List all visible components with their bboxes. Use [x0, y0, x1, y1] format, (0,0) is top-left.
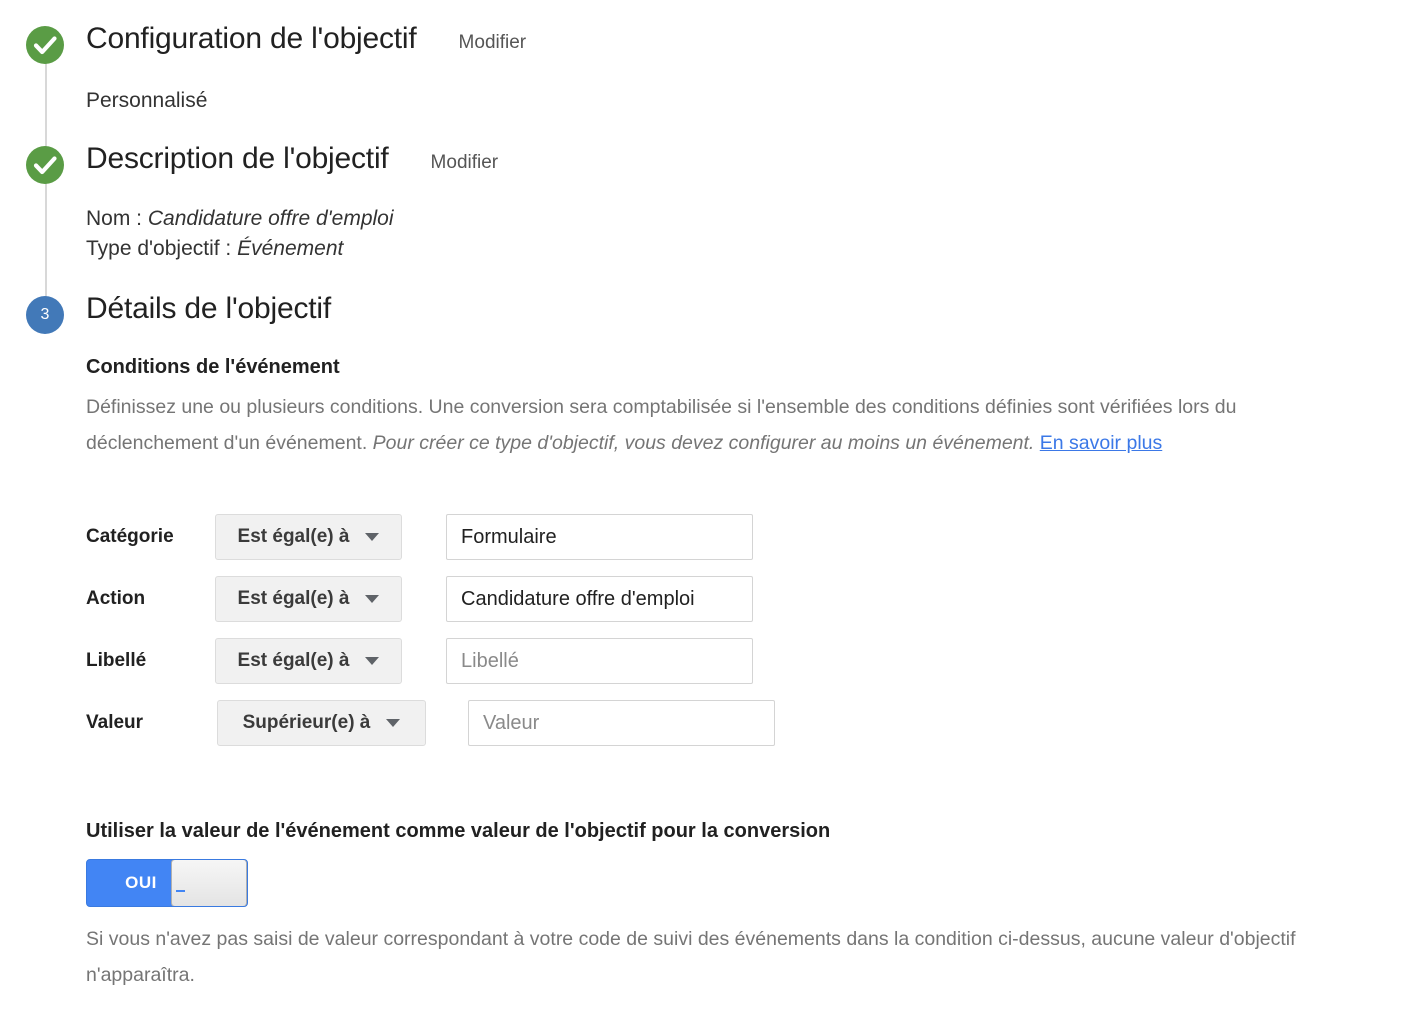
- chevron-down-icon: [386, 719, 401, 727]
- condition-value-input-value[interactable]: [468, 700, 775, 746]
- step-goal-setup-header: Configuration de l'objectif Modifier: [86, 22, 526, 56]
- condition-row-label: Libellé Est égal(e) à: [86, 630, 775, 692]
- condition-row-category: Catégorie Est égal(e) à: [86, 506, 775, 568]
- condition-row-action: Action Est égal(e) à: [86, 568, 775, 630]
- goal-name-label: Nom :: [86, 207, 143, 230]
- step-complete-icon: [26, 26, 64, 64]
- use-event-value-section: Utiliser la valeur de l'événement comme …: [86, 820, 1386, 993]
- condition-label-label: Libellé: [86, 650, 147, 671]
- condition-value-input-action[interactable]: [446, 576, 753, 622]
- chevron-down-icon: [365, 533, 380, 541]
- goal-type-label: Type d'objectif :: [86, 237, 232, 260]
- goal-type-row: Type d'objectif : Événement: [86, 234, 394, 264]
- toggle-knob[interactable]: [171, 860, 247, 906]
- step-complete-icon: [26, 146, 64, 184]
- condition-value-input-category[interactable]: [446, 514, 753, 560]
- operator-dropdown-value[interactable]: Supérieur(e) à: [217, 700, 426, 746]
- step-goal-description-title: Description de l'objectif: [86, 142, 389, 175]
- learn-more-link[interactable]: En savoir plus: [1040, 432, 1162, 454]
- stepper-connector-line: [45, 55, 47, 323]
- operator-value-label: Est égal(e) à: [237, 650, 350, 671]
- step-goal-description-header: Description de l'objectif Modifier: [86, 142, 498, 176]
- use-event-value-toggle[interactable]: OUI: [86, 859, 248, 907]
- event-conditions-section: Conditions de l'événement Définissez une…: [86, 356, 1386, 461]
- step-goal-description-edit-link[interactable]: Modifier: [431, 152, 499, 174]
- condition-label-value: Valeur: [86, 712, 144, 733]
- condition-row-value: Valeur Supérieur(e) à: [86, 692, 775, 754]
- operator-dropdown-category[interactable]: Est égal(e) à: [215, 514, 402, 560]
- condition-label-category: Catégorie: [86, 526, 174, 547]
- operator-value-action: Est égal(e) à: [237, 588, 350, 609]
- step-goal-setup-title: Configuration de l'objectif: [86, 22, 417, 55]
- chevron-down-icon: [365, 657, 380, 665]
- condition-label-action: Action: [86, 588, 146, 609]
- event-conditions-heading: Conditions de l'événement: [86, 356, 340, 378]
- chevron-down-icon: [365, 595, 380, 603]
- event-conditions-description: Définissez une ou plusieurs conditions. …: [86, 389, 1361, 461]
- step-number-label: 3: [40, 306, 50, 323]
- step-goal-details-title: Détails de l'objectif: [86, 292, 331, 325]
- step-goal-setup-body: Personnalisé: [86, 86, 207, 116]
- step-goal-details-header: Détails de l'objectif: [86, 292, 331, 326]
- step-goal-setup-edit-link[interactable]: Modifier: [459, 32, 527, 54]
- use-event-value-note: Si vous n'avez pas saisi de valeur corre…: [86, 928, 1296, 986]
- operator-value-value: Supérieur(e) à: [242, 712, 371, 733]
- operator-dropdown-label[interactable]: Est égal(e) à: [215, 638, 402, 684]
- operator-value-category: Est égal(e) à: [237, 526, 350, 547]
- step-goal-description-body: Nom : Candidature offre d'emploi Type d'…: [86, 204, 394, 264]
- description-italic-note: Pour créer ce type d'objectif, vous deve…: [372, 432, 1035, 454]
- goal-details-page: Configuration de l'objectif Modifier Per…: [0, 0, 1416, 1018]
- condition-rows: Catégorie Est égal(e) à Action Est égal(…: [86, 506, 775, 754]
- goal-name-value: Candidature offre d'emploi: [147, 207, 394, 230]
- use-event-value-heading: Utiliser la valeur de l'événement comme …: [86, 820, 831, 842]
- condition-value-input-label[interactable]: [446, 638, 753, 684]
- goal-name-row: Nom : Candidature offre d'emploi: [86, 204, 394, 234]
- step-number-badge: 3: [26, 296, 64, 334]
- goal-type-value: Événement: [237, 237, 344, 260]
- step-goal-setup-summary: Personnalisé: [86, 89, 208, 112]
- operator-dropdown-action[interactable]: Est égal(e) à: [215, 576, 402, 622]
